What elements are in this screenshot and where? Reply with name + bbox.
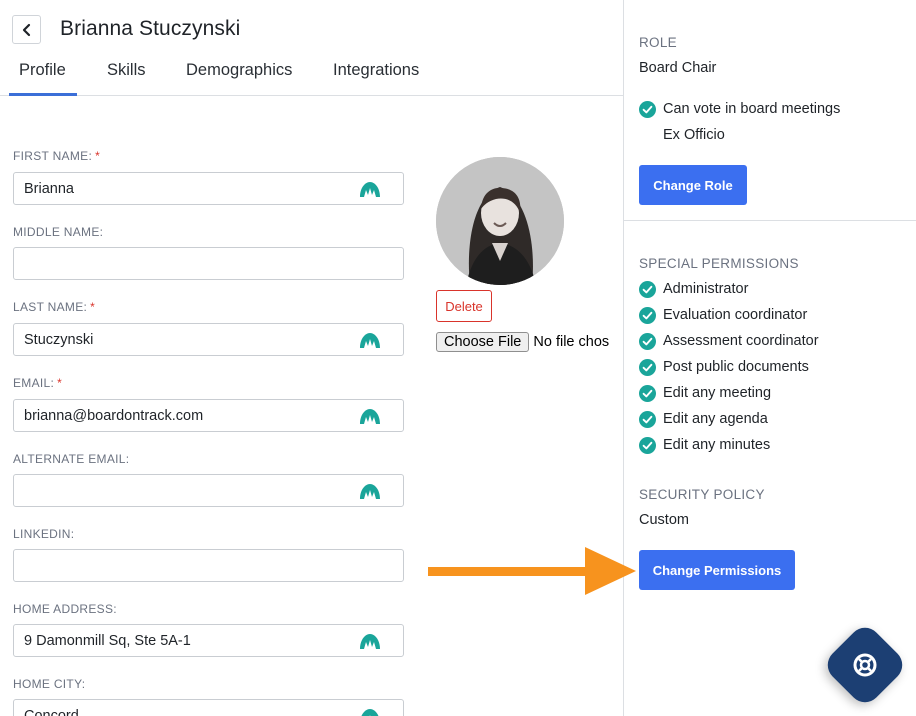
check-circle-icon: [639, 436, 656, 454]
check-circle-icon: [639, 384, 656, 402]
tab-label: Profile: [19, 61, 66, 79]
permission-item: Administrator: [639, 279, 748, 299]
check-item-label: Can vote in board meetings: [663, 101, 841, 117]
tab-skills[interactable]: Skills: [107, 61, 146, 96]
check-circle-icon: [639, 306, 656, 324]
delete-photo-button[interactable]: Delete: [436, 290, 492, 322]
permission-label: Administrator: [663, 281, 749, 297]
avatar: [436, 157, 564, 285]
panel-divider: [624, 220, 916, 221]
permission-label: Edit any meeting: [663, 385, 772, 401]
permission-item: Edit any meeting: [639, 383, 771, 403]
email-label: EMAIL: *: [13, 376, 63, 390]
field-value: 9 Damonmill Sq, Ste 5A-1: [24, 633, 191, 649]
permission-item: Edit any agenda: [639, 409, 768, 429]
lastpass-icon[interactable]: [359, 482, 381, 500]
last-name-label: LAST NAME: *: [13, 300, 96, 314]
permission-item: Evaluation coordinator: [639, 305, 807, 325]
permissions-panel: ROLE Board Chair Can vote in board meeti…: [623, 0, 916, 716]
middle-name-label: MIDDLE NAME:: [13, 225, 104, 239]
home-city-field[interactable]: Concord: [13, 699, 404, 716]
permission-label: Edit any agenda: [663, 411, 768, 427]
field-value: Concord: [24, 708, 79, 716]
tab-label: Demographics: [186, 61, 293, 79]
permission-label: Assessment coordinator: [663, 333, 819, 349]
middle-name-field[interactable]: [13, 247, 404, 280]
special-permissions-heading: SPECIAL PERMISSIONS: [639, 256, 799, 271]
last-name-field[interactable]: Stuczynski: [13, 323, 404, 356]
field-value: Brianna: [24, 181, 74, 197]
file-status: No file chosen: [533, 334, 609, 350]
lastpass-icon[interactable]: [359, 707, 381, 716]
tab-integrations[interactable]: Integrations: [333, 61, 419, 96]
change-role-button[interactable]: Change Role: [639, 165, 747, 205]
tab-label: Integrations: [333, 61, 420, 79]
check-circle-icon: [639, 410, 656, 428]
role-value: Board Chair: [639, 60, 717, 76]
back-button[interactable]: [12, 15, 41, 44]
role-check-item: Can vote in board meetings: [639, 99, 840, 119]
page-title: Brianna Stuczynski: [60, 17, 241, 40]
lastpass-icon[interactable]: [359, 331, 381, 349]
check-circle-icon: [639, 358, 656, 376]
tab-demographics[interactable]: Demographics: [186, 61, 292, 96]
choose-file-button[interactable]: Choose File: [436, 332, 530, 352]
permission-label: Evaluation coordinator: [663, 307, 808, 323]
orange-arrow: [428, 547, 636, 595]
first-name-field[interactable]: Brianna: [13, 172, 404, 205]
check-circle-icon: [639, 332, 656, 350]
home-address-field[interactable]: 9 Damonmill Sq, Ste 5A-1: [13, 624, 404, 657]
lastpass-icon[interactable]: [359, 180, 381, 198]
field-value: brianna@boardontrack.com: [24, 408, 204, 424]
permission-item: Edit any minutes: [639, 435, 770, 455]
email-field[interactable]: brianna@boardontrack.com: [13, 399, 404, 432]
linkedin-field[interactable]: [13, 549, 404, 582]
change-permissions-button[interactable]: Change Permissions: [639, 550, 795, 590]
first-name-label: FIRST NAME: *: [13, 149, 101, 163]
alternate-email-field[interactable]: [13, 474, 404, 507]
lifebuoy-icon[interactable]: [848, 648, 882, 682]
role-heading: ROLE: [639, 35, 677, 50]
role-ex-officio: Ex Officio: [663, 127, 725, 143]
security-policy-heading: SECURITY POLICY: [639, 487, 765, 502]
tab-label: Skills: [107, 61, 146, 79]
permission-label: Post public documents: [663, 359, 809, 375]
permission-item: Assessment coordinator: [639, 331, 819, 351]
home-address-label: HOME ADDRESS:: [13, 602, 117, 616]
home-city-label: HOME CITY:: [13, 677, 86, 691]
lastpass-icon[interactable]: [359, 632, 381, 650]
avatar-photo: [436, 157, 564, 285]
linkedin-label: LINKEDIN:: [13, 527, 75, 541]
tab-profile[interactable]: Profile: [9, 61, 77, 96]
check-circle-icon: [639, 280, 656, 298]
chevron-left-icon: [22, 23, 30, 36]
check-circle-icon: [639, 100, 656, 118]
permission-label: Edit any minutes: [663, 437, 771, 453]
alternate-email-label: ALTERNATE EMAIL:: [13, 452, 130, 466]
permission-item: Post public documents: [639, 357, 809, 377]
lastpass-icon[interactable]: [359, 407, 381, 425]
file-chooser[interactable]: Choose FileNo file chosen: [436, 332, 609, 354]
security-policy-value: Custom: [639, 512, 689, 528]
tab-bar: Profile Skills Demographics Integrations: [0, 56, 623, 96]
field-value: Stuczynski: [24, 332, 94, 348]
